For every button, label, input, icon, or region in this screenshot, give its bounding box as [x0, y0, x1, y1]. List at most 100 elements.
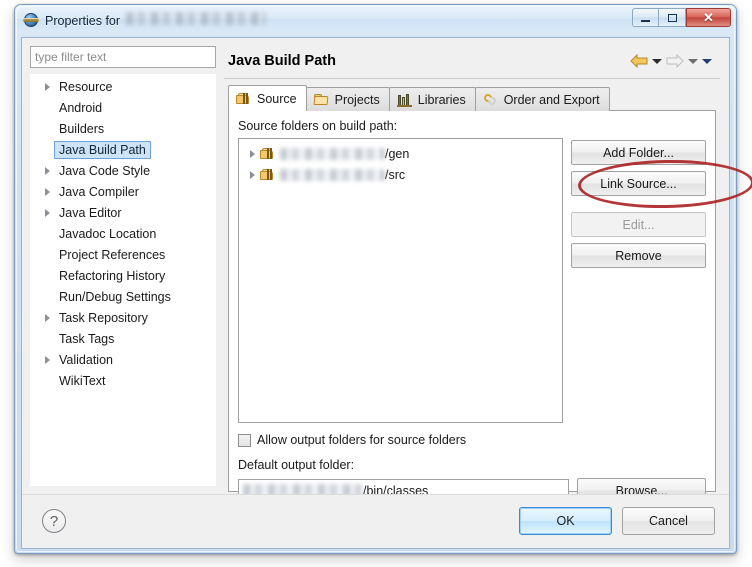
- link-source-button[interactable]: Link Source...: [571, 171, 706, 196]
- back-menu-chevron-down-icon[interactable]: [652, 58, 662, 64]
- page-title: Java Build Path: [228, 53, 336, 69]
- folder-icon: [313, 93, 330, 107]
- sidebar-item-builders[interactable]: Builders: [30, 118, 216, 139]
- source-tab-panel: Source folders on build path: /gen /src …: [228, 110, 716, 503]
- list-item-suffix: /src: [385, 167, 406, 182]
- ok-button[interactable]: OK: [519, 507, 612, 535]
- sidebar-item-label: Validation: [59, 352, 113, 367]
- expand-triangle-icon[interactable]: [40, 314, 54, 322]
- sidebar-item-wikitext[interactable]: WikiText: [30, 370, 216, 391]
- sidebar-item-label: Javadoc Location: [59, 226, 157, 241]
- sidebar-item-label: WikiText: [59, 373, 106, 388]
- list-item-project-blurred: [280, 147, 385, 160]
- remove-button[interactable]: Remove: [571, 243, 706, 268]
- sidebar-item-javadoc-location[interactable]: Javadoc Location: [30, 223, 216, 244]
- expand-triangle-icon[interactable]: [245, 171, 260, 179]
- source-folder-icon: [260, 147, 276, 161]
- expand-triangle-icon[interactable]: [40, 83, 54, 91]
- sidebar-item-resource[interactable]: Resource: [30, 76, 216, 97]
- sidebar-item-refactoring-history[interactable]: Refactoring History: [30, 265, 216, 286]
- sidebar-item-java-compiler[interactable]: Java Compiler: [30, 181, 216, 202]
- maximize-button[interactable]: [659, 8, 686, 27]
- help-icon[interactable]: ?: [42, 509, 66, 533]
- allow-output-folders-checkbox[interactable]: [238, 433, 251, 447]
- sidebar-item-project-references[interactable]: Project References: [30, 244, 216, 265]
- tab-label: Order and Export: [503, 92, 600, 107]
- tab-projects[interactable]: Projects: [305, 87, 390, 111]
- sidebar-item-java-code-style[interactable]: Java Code Style: [30, 160, 216, 181]
- properties-dialog-window: Properties for ✕ Resource: [14, 4, 752, 554]
- edit-button: Edit...: [571, 212, 706, 237]
- sidebar-item-label: Java Build Path: [54, 140, 151, 159]
- title-bar: Properties for ✕: [15, 5, 736, 34]
- eclipse-globe-icon: [23, 12, 39, 28]
- filter-input[interactable]: [30, 46, 216, 68]
- tab-source[interactable]: Source: [228, 85, 307, 111]
- sidebar-item-label: Resource: [59, 79, 113, 94]
- tab-libraries[interactable]: Libraries: [388, 87, 476, 111]
- sidebar-item-label: Refactoring History: [59, 268, 166, 283]
- books-icon: [396, 93, 413, 107]
- sidebar-item-run-debug-settings[interactable]: Run/Debug Settings: [30, 286, 216, 307]
- sidebar-item-label: Run/Debug Settings: [59, 289, 171, 304]
- list-item-suffix: /gen: [385, 146, 410, 161]
- source-action-buttons: Add Folder... Link Source... Edit... Rem…: [571, 138, 706, 423]
- close-icon: ✕: [703, 10, 714, 25]
- sidebar-item-java-editor[interactable]: Java Editor: [30, 202, 216, 223]
- tab-label: Source: [257, 91, 297, 106]
- window-title: Properties for: [45, 11, 267, 28]
- source-folders-list[interactable]: /gen /src: [238, 138, 563, 423]
- sidebar-item-label: Project References: [59, 247, 166, 262]
- expand-triangle-icon[interactable]: [40, 188, 54, 196]
- list-item[interactable]: /src: [239, 164, 562, 185]
- page-nav-icons: [630, 53, 718, 69]
- minimize-button[interactable]: [632, 8, 659, 27]
- close-button[interactable]: ✕: [686, 8, 731, 27]
- order-arrows-icon: [482, 91, 499, 107]
- source-folders-label: Source folders on build path:: [238, 119, 398, 133]
- source-folder-icon: [260, 168, 276, 182]
- settings-navigation-panel: Resource Android Builders Java Build Pat…: [30, 46, 216, 488]
- allow-output-folders-label: Allow output folders for source folders: [257, 433, 467, 447]
- header-divider: [224, 78, 720, 79]
- add-folder-button[interactable]: Add Folder...: [571, 140, 706, 165]
- tab-label: Projects: [334, 92, 380, 107]
- forward-arrow-icon: [666, 53, 684, 69]
- dialog-body: Resource Android Builders Java Build Pat…: [21, 37, 730, 549]
- cancel-button[interactable]: Cancel: [622, 507, 715, 535]
- source-list-row: /gen /src Add Folder... Link Source... E…: [238, 138, 706, 423]
- window-title-project-blurred: [126, 11, 267, 25]
- sidebar-item-validation[interactable]: Validation: [30, 349, 216, 370]
- sidebar-item-label: Builders: [59, 121, 105, 136]
- settings-tree[interactable]: Resource Android Builders Java Build Pat…: [30, 74, 216, 486]
- dialog-footer: ? OK Cancel: [22, 494, 729, 548]
- sidebar-item-label: Android: [59, 100, 103, 115]
- tab-bar: Source Projects Libraries Order and Expo…: [228, 85, 722, 111]
- expand-triangle-icon[interactable]: [245, 150, 260, 158]
- expand-triangle-icon[interactable]: [40, 167, 54, 175]
- tab-label: Libraries: [417, 92, 466, 107]
- list-item-project-blurred: [280, 168, 385, 181]
- package-folder-icon: [236, 92, 252, 106]
- sidebar-item-label: Java Editor: [59, 205, 122, 220]
- content-area: Resource Android Builders Java Build Pat…: [22, 38, 729, 503]
- expand-triangle-icon[interactable]: [40, 209, 54, 217]
- list-item[interactable]: /gen: [239, 143, 562, 164]
- page-header: Java Build Path: [222, 44, 722, 78]
- sidebar-item-task-tags[interactable]: Task Tags: [30, 328, 216, 349]
- tab-order-and-export[interactable]: Order and Export: [474, 87, 610, 111]
- forward-menu-chevron-down-icon[interactable]: [688, 58, 698, 64]
- sidebar-item-android[interactable]: Android: [30, 97, 216, 118]
- allow-output-folders-row[interactable]: Allow output folders for source folders: [238, 433, 706, 447]
- sidebar-item-label: Task Tags: [59, 331, 115, 346]
- view-menu-chevron-down-icon[interactable]: [702, 58, 712, 64]
- window-title-prefix: Properties for: [45, 13, 121, 28]
- sidebar-item-label: Java Code Style: [59, 163, 151, 178]
- back-arrow-icon[interactable]: [630, 53, 648, 69]
- sidebar-item-java-build-path[interactable]: Java Build Path: [30, 139, 216, 160]
- window-controls: ✕: [632, 8, 731, 27]
- expand-triangle-icon[interactable]: [40, 356, 54, 364]
- sidebar-item-label: Task Repository: [59, 310, 148, 325]
- sidebar-item-task-repository[interactable]: Task Repository: [30, 307, 216, 328]
- dialog-buttons: OK Cancel: [519, 507, 715, 535]
